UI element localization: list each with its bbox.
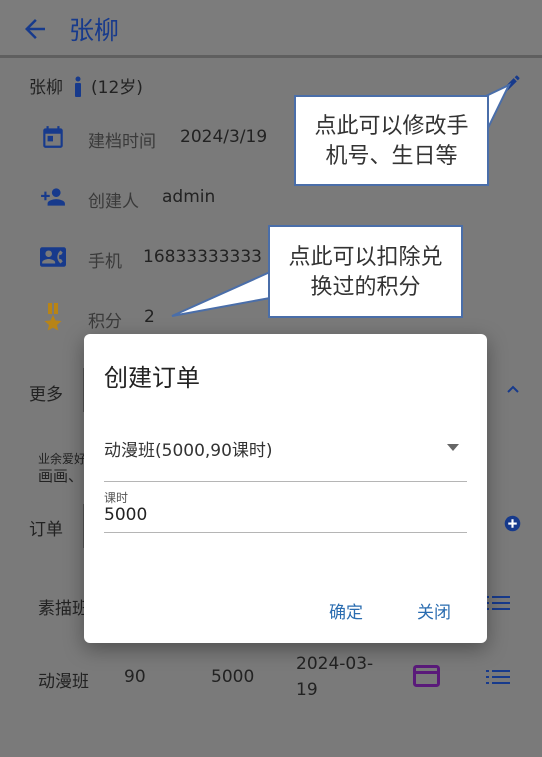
hours-field: 课时 [104, 489, 467, 533]
hours-field-label: 课时 [104, 491, 129, 505]
course-select-value: 动漫班(5000,90课时) [104, 441, 273, 461]
edit-hint-callout: 点此可以修改手 机号、生日等 [294, 95, 489, 186]
create-order-dialog: 创建订单 动漫班(5000,90课时) 课时 确定 关闭 [84, 334, 487, 643]
callout-text: 机号、生日等 [325, 144, 458, 169]
close-button[interactable]: 关闭 [417, 598, 451, 623]
callout-text: 换过的积分 [310, 275, 421, 300]
points-hint-callout: 点此可以扣除兑 换过的积分 [268, 225, 463, 318]
dropdown-arrow-icon[interactable] [447, 444, 459, 451]
hours-input[interactable] [104, 505, 467, 525]
callout-text: 点此可以扣除兑 [288, 245, 443, 270]
course-select[interactable]: 动漫班(5000,90课时) [104, 434, 467, 482]
callout-text: 点此可以修改手 [314, 114, 469, 139]
dialog-title: 创建订单 [104, 364, 200, 392]
confirm-button[interactable]: 确定 [329, 598, 363, 623]
